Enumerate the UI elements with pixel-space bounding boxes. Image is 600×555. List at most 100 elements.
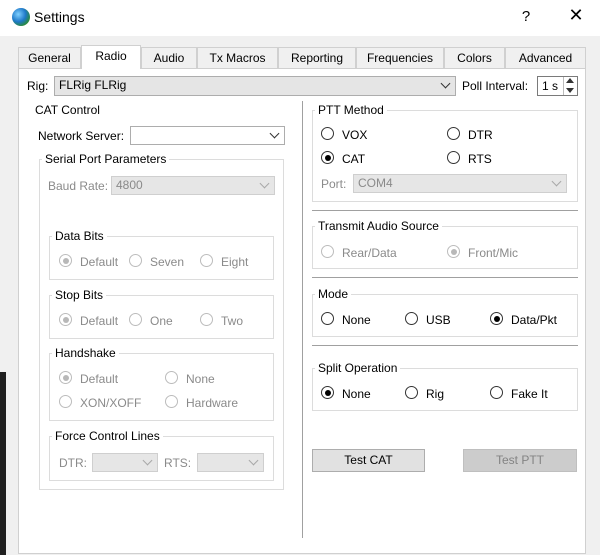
spin-up-arrow-icon[interactable] [566,78,574,83]
radio-selected-dot [324,389,331,396]
stop-bits-default-radio[interactable] [59,313,72,326]
dtr-select[interactable] [92,453,158,472]
rig-label: Rig: [27,79,49,93]
radio-selected-dot [450,248,457,255]
mode-datapkt-radio[interactable] [490,312,503,325]
test-cat-button[interactable]: Test CAT [312,449,425,472]
baud-rate-label: Baud Rate: [48,179,109,193]
spin-down-arrow-icon[interactable] [566,88,574,93]
handshake-title: Handshake [52,346,119,360]
radio-selected-dot [493,315,500,322]
stop-bits-two-radio[interactable] [200,313,213,326]
tab-radio[interactable]: Radio [81,45,141,69]
chevron-down-icon [269,128,280,139]
radio-selected-dot [62,316,69,323]
window-title: Settings [34,9,85,25]
tx-audio-front-radio[interactable] [447,245,460,258]
split-none-radio[interactable] [321,386,334,399]
tx-audio-rear-radio[interactable] [321,245,334,258]
ptt-vox-label: VOX [342,128,368,142]
help-button[interactable]: ? [516,8,536,25]
tx-audio-title: Transmit Audio Source [315,219,442,233]
ptt-port-label: Port: [321,177,347,191]
test-ptt-button[interactable]: Test PTT [463,449,577,472]
chevron-down-icon [259,178,270,189]
tab-audio[interactable]: Audio [141,47,197,68]
rig-select-value: FLRig FLRig [59,78,127,92]
app-globe-icon [12,8,30,26]
ptt-rts-radio[interactable] [447,151,460,164]
poll-interval-value: 1 s [542,79,559,93]
radio-selected-dot [62,257,69,264]
horizontal-separator [312,210,578,211]
tab-frequencies[interactable]: Frequencies [356,47,444,68]
data-bits-default-radio[interactable] [59,254,72,267]
split-none-label: None [342,387,371,401]
chevron-down-icon [551,176,562,187]
spinner-divider [563,77,564,95]
force-control-title: Force Control Lines [52,429,163,443]
ptt-method-title: PTT Method [315,103,387,117]
data-bits-seven-radio[interactable] [129,254,142,267]
ptt-vox-radio[interactable] [321,127,334,140]
tab-reporting[interactable]: Reporting [278,47,356,68]
handshake-xonxoff-label: XON/XOFF [80,396,142,410]
ptt-dtr-label: DTR [468,128,493,142]
poll-interval-spinner[interactable]: 1 s [537,76,578,96]
radio-selected-dot [62,374,69,381]
rts-select[interactable] [197,453,264,472]
handshake-none-radio[interactable] [165,371,178,384]
handshake-default-radio[interactable] [59,371,72,384]
data-bits-default-label: Default [80,255,119,269]
poll-interval-label: Poll Interval: [462,79,529,93]
vertical-separator [302,101,303,538]
stop-bits-one-radio[interactable] [129,313,142,326]
stop-bits-one-label: One [150,314,173,328]
data-bits-title: Data Bits [52,229,107,243]
split-rig-radio[interactable] [405,386,418,399]
tab-general[interactable]: General [18,47,81,68]
baud-rate-select[interactable]: 4800 [111,176,275,195]
stop-bits-default-label: Default [80,314,119,328]
handshake-none-label: None [186,372,215,386]
mode-datapkt-label: Data/Pkt [511,313,558,327]
ptt-port-select[interactable]: COM4 [353,174,567,193]
stop-bits-title: Stop Bits [52,288,107,302]
tab-advanced[interactable]: Advanced [505,47,586,68]
tab-colors[interactable]: Colors [444,47,505,68]
mode-usb-radio[interactable] [405,312,418,325]
rig-select[interactable]: FLRig FLRig [54,76,456,96]
split-rig-label: Rig [426,387,445,401]
rts-label: RTS: [164,456,192,470]
title-bar [0,0,600,36]
mode-none-radio[interactable] [321,312,334,325]
split-fakeit-radio[interactable] [490,386,503,399]
tx-audio-rear-label: Rear/Data [342,246,397,260]
tx-audio-front-label: Front/Mic [468,246,519,260]
handshake-default-label: Default [80,372,119,386]
data-bits-eight-radio[interactable] [200,254,213,267]
handshake-hardware-radio[interactable] [165,395,178,408]
network-server-label: Network Server: [38,129,125,143]
mode-usb-label: USB [426,313,451,327]
baud-rate-value: 4800 [116,178,143,192]
split-fakeit-label: Fake It [511,387,548,401]
handshake-xonxoff-radio[interactable] [59,395,72,408]
cat-control-title: CAT Control [35,103,100,117]
handshake-hardware-label: Hardware [186,396,239,410]
mode-title: Mode [315,287,352,301]
radio-selected-dot [324,154,331,161]
chevron-down-icon [440,78,451,89]
horizontal-separator [312,277,578,278]
tab-tx-macros[interactable]: Tx Macros [197,47,278,68]
stop-bits-two-label: Two [221,314,244,328]
split-operation-title: Split Operation [315,361,401,375]
dtr-label: DTR: [59,456,87,470]
data-bits-eight-label: Eight [221,255,249,269]
serial-port-title: Serial Port Parameters [42,152,170,166]
ptt-dtr-radio[interactable] [447,127,460,140]
ptt-cat-radio[interactable] [321,151,334,164]
close-button[interactable]: ✕ [564,5,588,26]
network-server-select[interactable] [130,126,285,145]
ptt-rts-label: RTS [468,152,492,166]
